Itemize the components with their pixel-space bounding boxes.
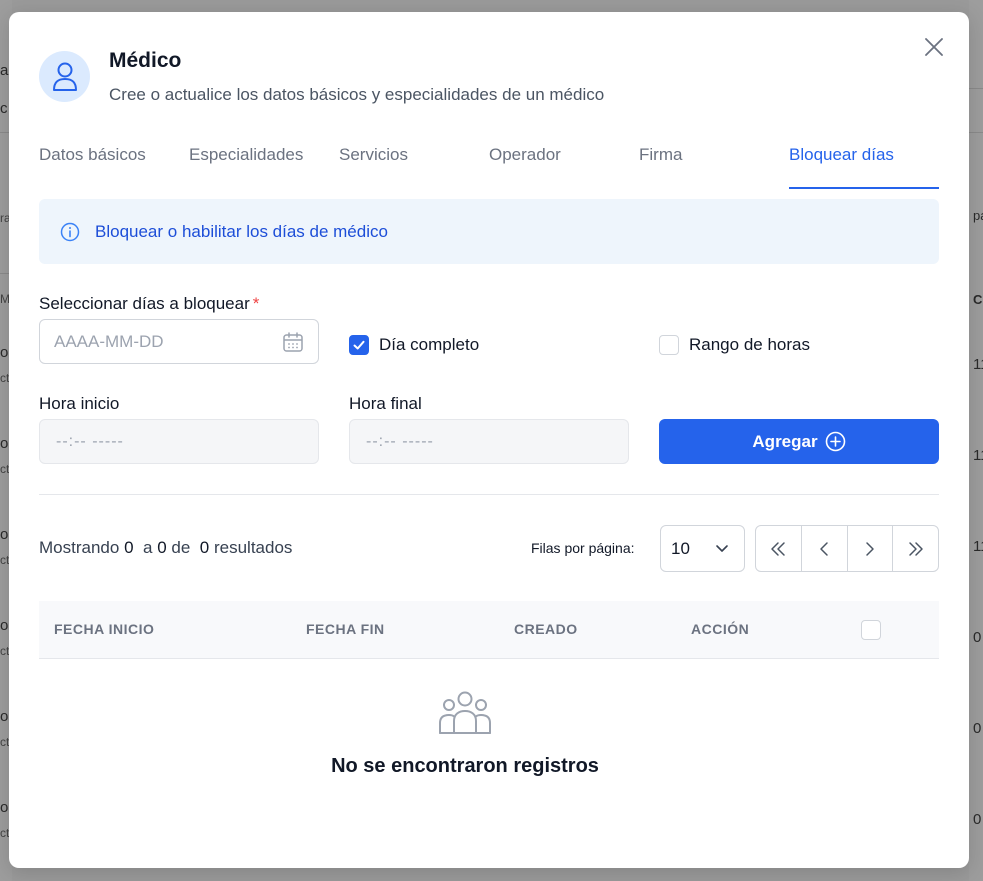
bg-text-fragment: CI (973, 292, 983, 307)
bg-text-fragment: ct (0, 735, 10, 749)
summary-of-word: de (171, 538, 191, 557)
next-page-button[interactable] (846, 526, 893, 571)
close-icon (925, 38, 943, 56)
users-icon (439, 691, 491, 734)
tab-bar: Datos básicos Especialidades Servicios O… (39, 142, 939, 189)
info-banner: Bloquear o habilitar los días de médico (39, 199, 939, 264)
last-page-button[interactable] (892, 526, 938, 571)
divider (39, 494, 939, 495)
previous-page-button[interactable] (800, 526, 847, 571)
rows-per-page-value: 10 (671, 538, 690, 558)
start-time-input[interactable]: --:-- ----- (39, 419, 319, 464)
summary-to-word: a (142, 538, 153, 557)
table-header: FECHA INICIO FECHA FIN CREADO ACCIÓN (39, 601, 939, 659)
bg-text-fragment: ct (0, 371, 10, 385)
required-mark: * (252, 294, 260, 313)
empty-state-text: No se encontraron registros (331, 755, 599, 777)
end-time-placeholder: --:-- ----- (366, 432, 434, 450)
chevrons-left-icon (771, 541, 786, 556)
background-right-strip: pá CI 11 11 11 0 0 0 (969, 0, 983, 881)
bg-text-fragment: ct (0, 826, 10, 840)
bg-text-fragment: c (0, 100, 8, 117)
doctor-modal: Médico Cree o actualice los datos básico… (9, 12, 969, 868)
bg-text-fragment: ct (0, 644, 10, 658)
bg-text-fragment: 11 (973, 447, 983, 464)
column-header-creado[interactable]: CREADO (514, 621, 578, 637)
summary-total: 0 (199, 538, 210, 557)
bg-text-fragment: ct (0, 462, 10, 476)
bg-text-fragment: ct (0, 553, 10, 567)
bg-text-fragment: 11 (973, 538, 983, 555)
tab-bloquear-dias[interactable]: Bloquear días (789, 142, 939, 189)
bg-text-fragment: a (0, 62, 9, 79)
end-time-label: Hora final (349, 394, 422, 413)
tab-especialidades[interactable]: Especialidades (189, 142, 303, 189)
add-button[interactable]: Agregar (659, 419, 939, 464)
plus-circle-icon (825, 431, 845, 452)
user-icon (52, 62, 77, 91)
bg-text-fragment: 0 (973, 811, 982, 828)
bg-text-fragment: 0 (973, 629, 982, 646)
column-header-fecha-fin[interactable]: FECHA FIN (306, 621, 385, 637)
chevron-right-icon (866, 541, 874, 556)
hour-range-label: Rango de horas (689, 335, 810, 354)
column-header-fecha-inicio[interactable]: FECHA INICIO (54, 621, 154, 637)
dates-label: Seleccionar días a bloquear * (39, 294, 259, 314)
pagination-controls (755, 525, 939, 572)
info-text: Bloquear o habilitar los días de médico (95, 221, 388, 241)
date-placeholder: AAAA-MM-DD (54, 331, 164, 351)
full-day-label: Día completo (379, 335, 480, 354)
close-button[interactable] (923, 36, 945, 58)
bg-text-fragment: 11 (973, 356, 983, 373)
column-header-accion: ACCIÓN (691, 621, 750, 637)
chevrons-right-icon (908, 541, 923, 556)
avatar (39, 51, 90, 102)
dates-label-text: Seleccionar días a bloquear (39, 294, 250, 313)
info-icon (60, 222, 80, 241)
summary-to: 0 (157, 538, 167, 557)
start-time-placeholder: --:-- ----- (56, 432, 124, 450)
bg-text-fragment: 0 (973, 720, 982, 737)
first-page-button[interactable] (756, 526, 801, 571)
summary-from: 0 (124, 538, 134, 557)
date-field[interactable]: AAAA-MM-DD (39, 319, 319, 364)
modal-subtitle: Cree o actualice los datos básicos y esp… (109, 85, 605, 104)
tab-operador[interactable]: Operador (489, 142, 561, 189)
add-button-label: Agregar (752, 431, 818, 451)
check-icon (353, 340, 365, 350)
calendar-icon[interactable] (282, 331, 304, 353)
empty-state: No se encontraron registros (39, 690, 891, 778)
start-time-label: Hora inicio (39, 394, 120, 413)
rows-per-page-label: Filas por página: (531, 540, 635, 556)
chevron-left-icon (820, 541, 828, 556)
bg-text-fragment: pá (973, 208, 983, 223)
tab-firma[interactable]: Firma (639, 142, 682, 189)
select-all-checkbox[interactable] (861, 620, 881, 640)
full-day-checkbox[interactable]: Día completo (349, 335, 479, 355)
results-summary: Mostrando 0 a 0 de 0 resultados (39, 538, 292, 558)
summary-prefix: Mostrando (39, 538, 120, 557)
summary-results-word: resultados (213, 538, 293, 557)
tab-datos-basicos[interactable]: Datos básicos (39, 142, 146, 189)
rows-per-page-select[interactable]: 10 (660, 525, 745, 572)
chevron-down-icon (716, 545, 728, 552)
tab-servicios[interactable]: Servicios (339, 142, 408, 189)
end-time-input[interactable]: --:-- ----- (349, 419, 629, 464)
checkbox-box[interactable] (349, 335, 369, 355)
modal-title: Médico (109, 49, 182, 72)
checkbox-box[interactable] (659, 335, 679, 355)
modal-header: Médico Cree o actualice los datos básico… (39, 49, 605, 105)
hour-range-checkbox[interactable]: Rango de horas (659, 335, 810, 355)
